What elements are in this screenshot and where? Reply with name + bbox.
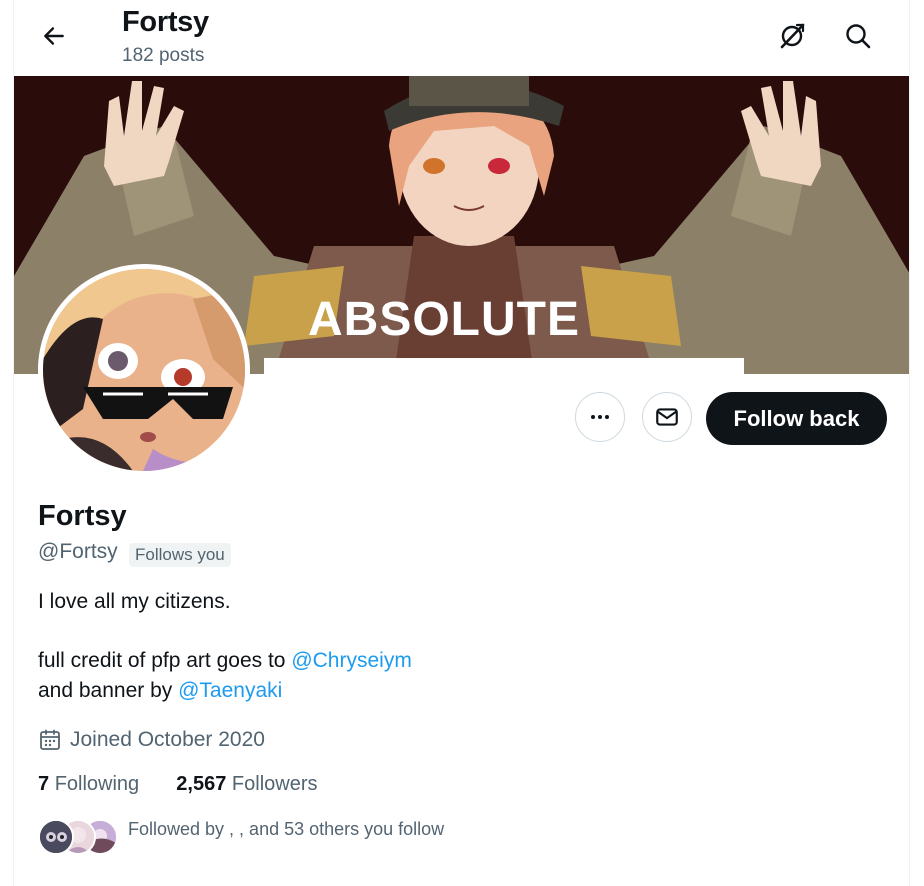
joined-text: Joined October 2020 <box>70 728 265 751</box>
back-button[interactable] <box>36 18 72 54</box>
following-count: 7 <box>38 773 50 795</box>
top-bar: Fortsy 182 posts <box>14 0 909 76</box>
grok-icon <box>780 23 805 49</box>
profile-page: Fortsy 182 posts ABSOLUTE Follow back Fo… <box>13 0 910 886</box>
more-icon <box>591 415 609 419</box>
follows-you-badge: Follows you <box>129 543 231 567</box>
message-button[interactable] <box>642 392 692 442</box>
mention-chryseiym[interactable]: @Chryseiym <box>291 649 412 672</box>
bio-line-1: I love all my citizens. <box>38 590 231 613</box>
following-label: Following <box>54 773 140 795</box>
bio-line-3-text: and banner by <box>38 679 179 702</box>
mention-taenyaki[interactable]: @Taenyaki <box>178 679 282 702</box>
header-name: Fortsy <box>122 6 209 38</box>
banner-text: ABSOLUTE <box>308 293 580 346</box>
followed-by-text[interactable]: Followed by , , and 53 others you follow <box>128 819 444 840</box>
followed-by-avatars[interactable] <box>38 819 118 855</box>
back-arrow-icon <box>44 27 64 45</box>
followers-count: 2,567 <box>176 773 227 795</box>
bio-line-2-text: full credit of pfp art goes to <box>38 649 292 672</box>
grok-button[interactable] <box>772 16 812 56</box>
search-icon <box>846 24 871 49</box>
profile-display-name: Fortsy <box>38 500 127 532</box>
bio-line-3: and banner by @Taenyaki <box>38 679 282 703</box>
follow-back-button[interactable]: Follow back <box>706 392 887 445</box>
bio-line-2: full credit of pfp art goes to @Chryseiy… <box>38 649 412 673</box>
more-options-button[interactable] <box>575 392 625 442</box>
search-button[interactable] <box>838 16 878 56</box>
follow-stats: 7 Following 2,567 Followers <box>38 773 318 796</box>
follower-avatar-1 <box>38 819 74 855</box>
header-post-count: 182 posts <box>122 45 205 66</box>
calendar-icon <box>40 729 60 750</box>
profile-avatar[interactable] <box>38 264 250 476</box>
message-icon <box>656 408 678 426</box>
avatar-artwork <box>43 269 245 471</box>
profile-handle: @Fortsy <box>38 540 118 563</box>
followers-link[interactable]: 2,567 Followers <box>176 773 317 795</box>
joined-date: Joined October 2020 <box>38 726 265 754</box>
followers-label: Followers <box>231 773 318 795</box>
following-link[interactable]: 7 Following <box>38 773 139 795</box>
